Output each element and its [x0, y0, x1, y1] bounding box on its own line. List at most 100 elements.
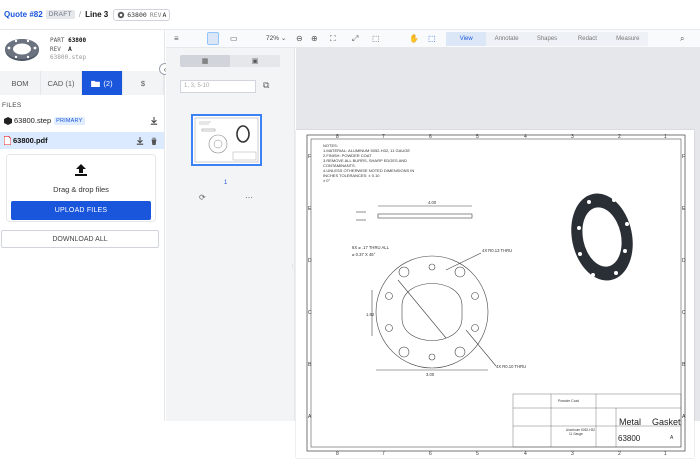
tab-pricing[interactable]: $ — [123, 71, 164, 95]
trash-icon[interactable] — [150, 137, 158, 145]
col-label: 2 — [618, 134, 621, 140]
row-label: D — [682, 258, 686, 264]
mode-redact[interactable]: Redact — [567, 32, 607, 46]
sidebar-toggle-icon[interactable] — [207, 32, 219, 45]
dim-height: 1.82 — [366, 312, 375, 317]
row-label: B — [682, 362, 686, 368]
tab-bom-label: BOM — [11, 78, 29, 88]
zoom-in-icon[interactable]: ⊕ — [311, 33, 318, 45]
breadcrumb: Quote #82 DRAFT / Line 3 63800 REV A — [0, 0, 700, 30]
thumbnails-view-icon[interactable]: ▦ — [180, 55, 230, 67]
upload-icon — [75, 164, 87, 176]
row-label: E — [308, 206, 312, 212]
fit-page-icon[interactable]: ⛶ — [330, 33, 336, 45]
file-name: 63800.pdf — [13, 136, 48, 145]
col-label: 5 — [476, 134, 479, 140]
mode-measure[interactable]: Measure — [608, 32, 648, 46]
col-label: 5 — [476, 451, 479, 457]
resize-handle[interactable]: ⋮ — [290, 264, 295, 270]
download-all-button[interactable]: DOWNLOAD ALL — [1, 230, 159, 248]
row-label: A — [308, 414, 312, 420]
rev-value: A — [68, 45, 72, 53]
file-row-step[interactable]: 63800.step PRIMARY — [0, 112, 164, 129]
menu-icon[interactable]: ≡ — [174, 33, 179, 45]
col-label: 8 — [336, 451, 339, 457]
drawing-notes: NOTES: 1.MATERIAL: ALUMINUM 5052-H32, 11… — [323, 143, 414, 183]
part-filename: 63800.step — [50, 54, 87, 62]
thumbnail-drawing — [194, 117, 259, 163]
part-thumbnail-icon — [5, 39, 39, 61]
expand-icon[interactable]: ⤢ — [352, 33, 358, 45]
title-finish: Powder Coat — [558, 399, 579, 403]
file-dropzone[interactable]: Drag & drop files UPLOAD FILES — [6, 154, 156, 222]
row-label: A — [682, 414, 686, 420]
document-canvas[interactable]: 8 7 6 5 4 3 2 1 8 7 6 5 4 3 2 1 F E D C … — [296, 48, 700, 458]
tab-files-label: (2) — [103, 78, 113, 88]
viewer-toolbar: ≡ ▭ 72% ⌄ ⊖ ⊕ ⛶ ⤢ ⬚ ✋ ⬚ View Annotate Sh… — [166, 30, 700, 48]
download-icon[interactable] — [150, 116, 158, 125]
mode-shapes[interactable]: Shapes — [527, 32, 567, 46]
gear-part-icon — [118, 11, 125, 18]
cube-icon — [4, 116, 12, 125]
col-label: 4 — [524, 134, 527, 140]
note-line: INCHES TOLERANCES: ± 0.10 — [323, 173, 380, 178]
drawing-sheet: 8 7 6 5 4 3 2 1 8 7 6 5 4 3 2 1 F E D C … — [296, 130, 694, 458]
col-label: 7 — [382, 451, 385, 457]
radius-callout: 4X R0.13 THRU — [482, 248, 512, 253]
col-label: 7 — [382, 134, 385, 140]
page-view-icon[interactable]: ▭ — [230, 33, 238, 45]
marquee-zoom-icon[interactable]: ⬚ — [372, 33, 380, 45]
tab-cad-label: CAD (1) — [47, 78, 75, 88]
engineering-drawing: 8 7 6 5 4 3 2 1 8 7 6 5 4 3 2 1 F E D C … — [306, 134, 686, 457]
col-label: 3 — [571, 134, 574, 140]
folder-icon — [91, 80, 101, 87]
part-chip[interactable]: 63800 REV A — [113, 8, 171, 21]
page-range-input[interactable]: 1, 3, 5-10 — [180, 80, 256, 93]
viewer-modes: View Annotate Shapes Redact Measure — [446, 32, 648, 46]
part-chip-number: 63800 — [127, 10, 147, 19]
col-label: 2 — [618, 451, 621, 457]
tab-pricing-label: $ — [140, 78, 146, 88]
upload-files-button[interactable]: UPLOAD FILES — [11, 201, 151, 220]
col-label: 3 — [571, 451, 574, 457]
page-select-icon[interactable]: ⧉ — [263, 80, 269, 91]
part-info: PART 63800 REV A 63800.step — [0, 30, 164, 70]
file-name: 63800.step — [14, 116, 52, 125]
rotate-page-icon[interactable]: ⟳ — [199, 193, 206, 202]
title-rev: A — [670, 435, 674, 441]
zoom-value: 72% — [266, 35, 280, 42]
tab-files[interactable]: (2) — [82, 71, 123, 95]
mode-view[interactable]: View — [446, 32, 487, 46]
title-number: 63800 — [618, 434, 641, 443]
files-heading: FILES — [2, 102, 22, 109]
breadcrumb-separator: / — [78, 10, 82, 19]
note-line: ± 0° — [323, 178, 331, 183]
panel-tabs: BOM CAD (1) (2) $ — [0, 71, 164, 95]
pan-hand-icon[interactable]: ✋ — [409, 33, 419, 45]
quote-link[interactable]: Quote #82 — [4, 10, 43, 19]
mode-annotate[interactable]: Annotate — [486, 32, 526, 46]
tab-bom[interactable]: BOM — [0, 71, 41, 95]
search-icon[interactable]: ⌕ — [680, 33, 684, 45]
zoom-out-icon[interactable]: ⊖ — [296, 33, 303, 45]
download-icon[interactable] — [136, 136, 144, 145]
line-label[interactable]: Line 3 — [85, 10, 108, 19]
col-label: 8 — [336, 134, 339, 140]
more-options-icon[interactable]: ⋯ — [245, 193, 253, 202]
part-chip-rev: A — [162, 10, 167, 19]
row-labels: F E D C B A F E D C B A — [308, 154, 686, 420]
select-icon[interactable]: ⬚ — [428, 33, 436, 45]
dim-width: 3.00 — [426, 372, 435, 377]
col-label: 1 — [664, 134, 667, 140]
status-badge: DRAFT — [45, 10, 75, 19]
row-label: F — [308, 154, 311, 160]
part-chip-rev-label: REV — [149, 10, 162, 19]
tab-cad[interactable]: CAD (1) — [41, 71, 82, 95]
zoom-level[interactable]: 72% ⌄ — [266, 34, 286, 42]
hole-callout: 6X ⌀ .17 THRU ALL — [352, 245, 390, 250]
outline-view-icon[interactable]: ▣ — [230, 55, 280, 67]
file-row-pdf[interactable]: 63800.pdf — [0, 132, 164, 149]
col-label: 4 — [524, 451, 527, 457]
page-thumbnail[interactable] — [191, 114, 262, 166]
row-label: E — [682, 206, 686, 212]
